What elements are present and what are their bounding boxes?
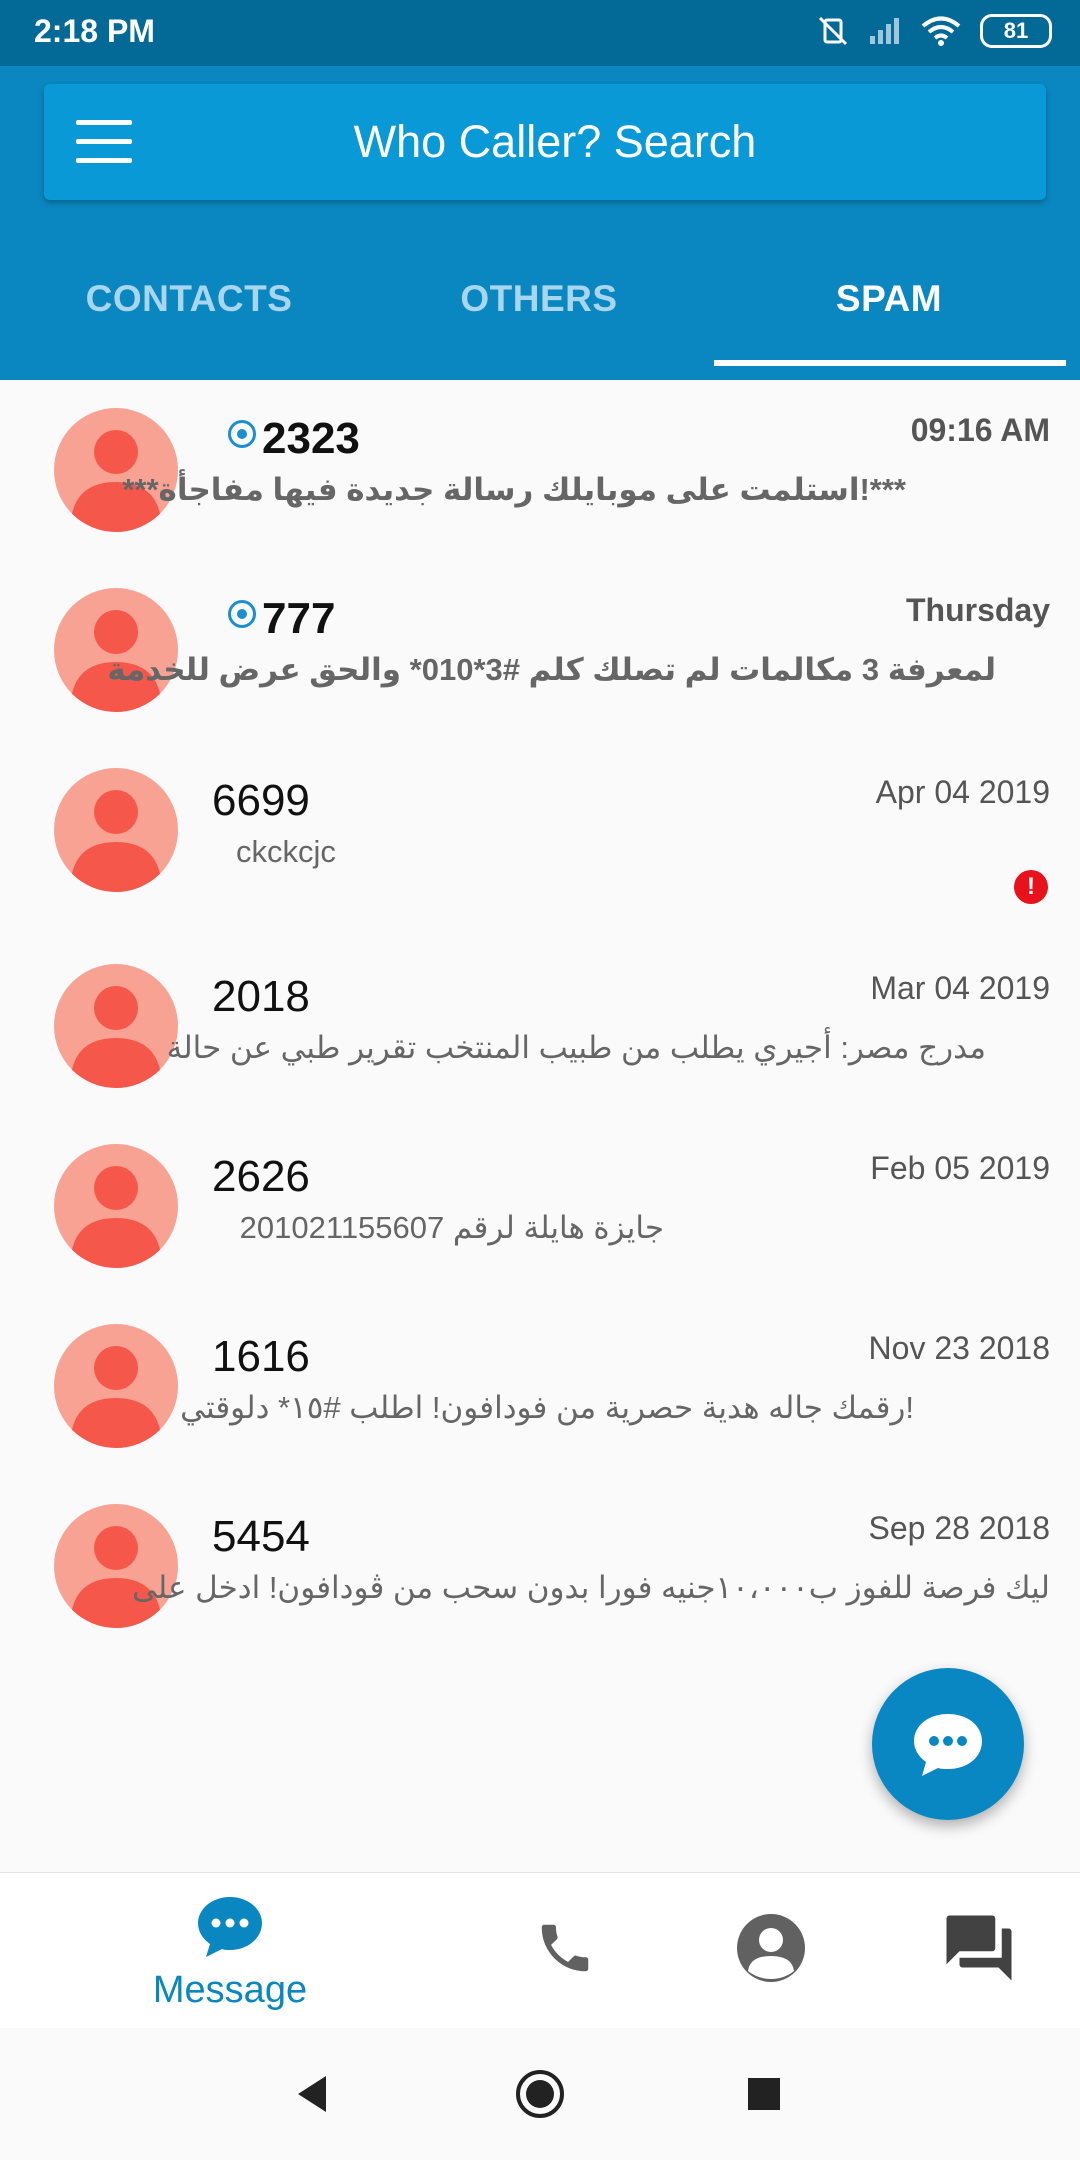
list-item[interactable]: 6699 Apr 04 2019 ckckcjc ! xyxy=(0,740,1080,936)
search-bar[interactable]: Who Caller? Search xyxy=(44,84,1046,200)
tab-spam[interactable]: SPAM xyxy=(714,226,1064,380)
system-navigation-bar xyxy=(0,2028,1080,2160)
tab-indicator xyxy=(714,360,1066,366)
wifi-icon xyxy=(921,16,961,46)
phone-icon xyxy=(541,1924,589,1972)
sender-number: 777 xyxy=(262,594,336,643)
message-snippet: لمعرفة 3 مكالمات لم تصلك كلم #3*010* وال… xyxy=(107,652,996,687)
tab-contacts[interactable]: CONTACTS xyxy=(14,226,364,380)
message-date: Mar 04 2019 xyxy=(870,970,1050,1006)
unread-icon xyxy=(228,420,256,448)
avatar xyxy=(54,1504,178,1628)
avatar xyxy=(54,768,178,892)
status-bar: 2:18 PM 81 xyxy=(0,0,1080,66)
list-item[interactable]: 2323 09:16 AM ***!استلمت على موبايلك رسا… xyxy=(0,380,1080,560)
nav-forum[interactable] xyxy=(914,1873,1044,2029)
new-message-fab[interactable] xyxy=(872,1668,1024,1820)
battery-indicator: 81 xyxy=(980,14,1052,48)
message-icon xyxy=(198,1897,262,1957)
message-snippet: مدرج مصر: أجيري يطلب من طبيب المنتخب تقر… xyxy=(166,1030,986,1065)
home-icon[interactable] xyxy=(514,2068,566,2120)
list-item[interactable]: 777 Thursday لمعرفة 3 مكالمات لم تصلك كل… xyxy=(0,560,1080,740)
sender-number: 5454 xyxy=(212,1512,310,1561)
tab-others[interactable]: OTHERS xyxy=(364,226,714,380)
mute-vibrate-icon xyxy=(818,16,848,46)
sender-number: 2018 xyxy=(212,972,310,1021)
message-snippet: !رقمك جاله هدية حصرية من فودافون! اطلب #… xyxy=(180,1390,914,1425)
recents-icon[interactable] xyxy=(746,2076,782,2112)
message-snippet: ليك فرصة للفوز ب١٠،٠٠٠جنيه فورا بدون سحب… xyxy=(131,1570,1050,1605)
avatar xyxy=(54,1144,178,1268)
account-circle-icon xyxy=(737,1914,805,1982)
status-time: 2:18 PM xyxy=(34,13,155,49)
message-date: Nov 23 2018 xyxy=(868,1330,1050,1366)
sender-number: 2626 xyxy=(212,1152,310,1201)
back-icon[interactable] xyxy=(292,2072,332,2116)
avatar xyxy=(54,1324,178,1448)
signal-icon xyxy=(870,18,899,44)
message-snippet: ckckcjc xyxy=(236,834,336,869)
sender-number: 1616 xyxy=(212,1332,310,1381)
message-date: Feb 05 2019 xyxy=(870,1150,1050,1186)
app-header: Who Caller? Search CONTACTS OTHERS SPAM xyxy=(0,66,1080,380)
list-item[interactable]: 5454 Sep 28 2018 ليك فرصة للفوز ب١٠،٠٠٠ج… xyxy=(0,1476,1080,1656)
message-date: Sep 28 2018 xyxy=(868,1510,1051,1546)
message-snippet: جايزة هايلة لرقم 201021155607 xyxy=(239,1210,664,1245)
sender-number: 2323 xyxy=(262,414,360,463)
nav-contacts[interactable] xyxy=(706,1873,836,2029)
error-badge: ! xyxy=(1014,870,1048,904)
nav-message-label: Message xyxy=(152,1969,308,2011)
avatar xyxy=(54,964,178,1088)
nav-message[interactable]: Message xyxy=(120,1873,340,2029)
bottom-navigation: Message xyxy=(0,1872,1080,2028)
avatar xyxy=(54,588,178,712)
unread-icon xyxy=(228,600,256,628)
message-date: Thursday xyxy=(905,592,1050,628)
forum-icon xyxy=(946,1915,1012,1981)
list-item[interactable]: 1616 Nov 23 2018 !رقمك جاله هدية حصرية م… xyxy=(0,1296,1080,1476)
sender-number: 6699 xyxy=(212,776,310,825)
message-snippet: ***!استلمت على موبايلك رسالة جديدة فيها … xyxy=(122,472,906,507)
message-date: 09:16 AM xyxy=(910,412,1050,448)
list-item[interactable]: 2626 Feb 05 2019 جايزة هايلة لرقم 201021… xyxy=(0,1116,1080,1296)
list-item[interactable]: 2018 Mar 04 2019 مدرج مصر: أجيري يطلب من… xyxy=(0,936,1080,1116)
chat-bubble-icon xyxy=(914,1714,982,1776)
nav-calls[interactable] xyxy=(500,1873,630,2029)
message-date: Apr 04 2019 xyxy=(875,774,1050,810)
search-title: Who Caller? Search xyxy=(353,116,757,167)
avatar xyxy=(54,408,178,532)
status-icons: 81 xyxy=(816,14,1052,48)
tab-bar: CONTACTS OTHERS SPAM xyxy=(0,226,1080,380)
